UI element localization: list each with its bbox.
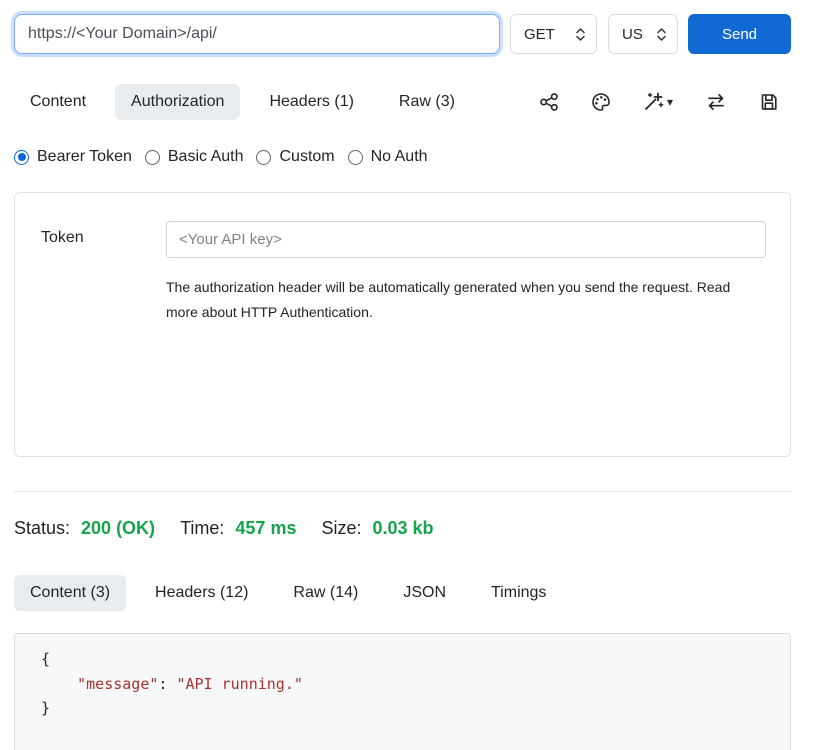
radio-basic-auth[interactable] xyxy=(145,150,160,165)
method-select[interactable]: GET xyxy=(510,14,597,54)
palette-icon[interactable] xyxy=(591,92,611,112)
caret-down-icon: ▾ xyxy=(667,96,673,108)
tab-content[interactable]: Content xyxy=(14,84,102,120)
api-client-app: GET US Send Content Authorization Header… xyxy=(14,0,791,750)
tab-raw[interactable]: Raw (3) xyxy=(383,84,471,120)
swap-arrows-icon[interactable] xyxy=(705,92,727,112)
send-button[interactable]: Send xyxy=(688,14,791,54)
tab-headers[interactable]: Headers (1) xyxy=(253,84,369,120)
tab-response-timings[interactable]: Timings xyxy=(475,575,562,611)
tab-response-json[interactable]: JSON xyxy=(387,575,462,611)
auth-option-label: No Auth xyxy=(371,148,428,166)
json-indent xyxy=(41,675,77,693)
auth-type-options: Bearer Token Basic Auth Custom No Auth xyxy=(14,148,791,166)
response-tabs: Content (3) Headers (12) Raw (14) JSON T… xyxy=(14,575,791,611)
size-label: Size: xyxy=(321,518,361,539)
json-string-value: "API running." xyxy=(176,675,302,693)
request-tabs-row: Content Authorization Headers (1) Raw (3… xyxy=(14,84,791,120)
json-close-brace: } xyxy=(41,699,50,717)
auth-option-label: Custom xyxy=(279,148,334,166)
auth-option-basic-auth[interactable]: Basic Auth xyxy=(145,148,244,166)
url-input[interactable] xyxy=(14,14,500,54)
region-select[interactable]: US xyxy=(608,14,678,54)
auth-option-label: Basic Auth xyxy=(168,148,244,166)
token-panel: Token The authorization header will be a… xyxy=(14,192,791,457)
status-value: 200 (OK) xyxy=(81,518,155,539)
token-input[interactable] xyxy=(166,221,766,258)
token-help-text: The authorization header will be automat… xyxy=(166,275,766,325)
radio-no-auth[interactable] xyxy=(348,150,363,165)
save-icon[interactable] xyxy=(759,92,779,112)
json-open-brace: { xyxy=(41,650,50,668)
magic-wand-menu-icon[interactable]: ▾ xyxy=(643,92,673,112)
section-divider xyxy=(14,491,791,492)
token-label: Token xyxy=(41,221,166,456)
time-value: 457 ms xyxy=(235,518,296,539)
region-select-value: US xyxy=(622,26,643,43)
request-bar: GET US Send xyxy=(14,0,791,54)
auth-option-label: Bearer Token xyxy=(37,148,132,166)
json-key: "message" xyxy=(77,675,158,693)
json-separator: : xyxy=(158,675,176,693)
time-label: Time: xyxy=(180,518,224,539)
share-icon[interactable] xyxy=(539,92,559,112)
updown-chevrons-icon xyxy=(656,27,667,42)
tab-response-raw[interactable]: Raw (14) xyxy=(277,575,374,611)
auth-option-bearer-token[interactable]: Bearer Token xyxy=(14,148,132,166)
request-tabs: Content Authorization Headers (1) Raw (3… xyxy=(14,84,471,120)
tab-response-content[interactable]: Content (3) xyxy=(14,575,126,611)
token-field-area: The authorization header will be automat… xyxy=(166,221,766,456)
auth-option-custom[interactable]: Custom xyxy=(256,148,334,166)
method-select-value: GET xyxy=(524,26,555,43)
response-body[interactable]: { "message": "API running." } xyxy=(14,633,791,750)
radio-custom[interactable] xyxy=(256,150,271,165)
auth-option-no-auth[interactable]: No Auth xyxy=(348,148,428,166)
size-value: 0.03 kb xyxy=(373,518,434,539)
tab-response-headers[interactable]: Headers (12) xyxy=(139,575,264,611)
status-label: Status: xyxy=(14,518,70,539)
tab-authorization[interactable]: Authorization xyxy=(115,84,240,120)
response-status-line: Status: 200 (OK) Time: 457 ms Size: 0.03… xyxy=(14,518,791,539)
request-toolbar: ▾ xyxy=(539,92,791,112)
radio-bearer-token[interactable] xyxy=(14,150,29,165)
updown-chevrons-icon xyxy=(575,27,586,42)
